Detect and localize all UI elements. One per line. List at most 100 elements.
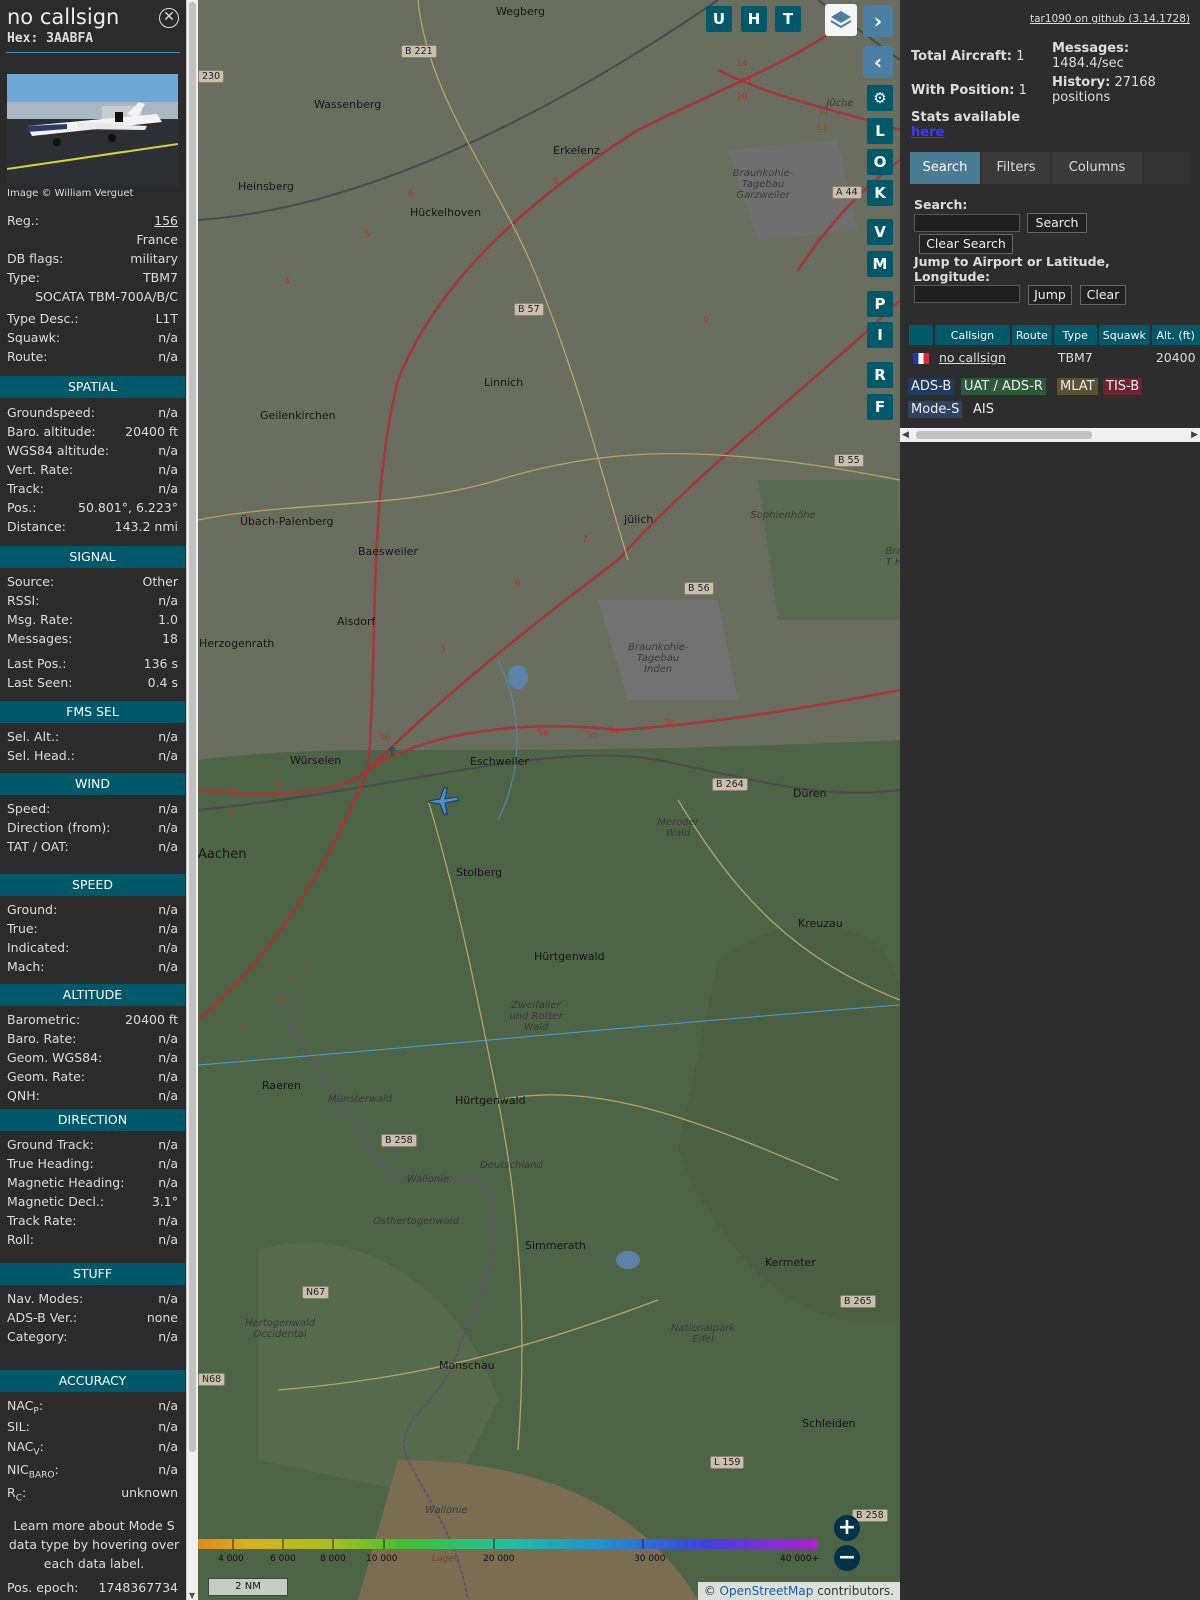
info-label[interactable]: Indicated: [7, 940, 69, 955]
info-label[interactable]: Track: [7, 481, 44, 496]
info-label[interactable]: Ground Track: [7, 1137, 94, 1152]
stats-here-link[interactable]: here [911, 125, 944, 140]
info-label[interactable]: Geom. WGS84: [7, 1050, 102, 1065]
map-button-m[interactable]: M [867, 251, 893, 277]
scale-label: 4 000 [218, 1554, 244, 1564]
info-label[interactable]: Barometric: [7, 1012, 80, 1027]
map-place-label: Erkelenz [553, 144, 600, 157]
info-label[interactable]: True Heading: [7, 1156, 94, 1171]
info-value: n/a [158, 1137, 178, 1152]
map-button-u[interactable]: U [706, 6, 732, 32]
collapse-left-icon[interactable]: ‹ [863, 46, 893, 78]
map-button-o[interactable]: O [867, 149, 893, 175]
info-label[interactable]: Track Rate: [7, 1213, 77, 1228]
aircraft-marker-icon[interactable] [426, 786, 460, 816]
info-row: SIL: n/a [7, 1419, 178, 1437]
search-button[interactable]: Search [1027, 213, 1087, 233]
map-button-r[interactable]: R [867, 362, 893, 388]
info-label[interactable]: TAT / OAT: [7, 839, 69, 854]
scale-label: 20 000 [483, 1554, 515, 1564]
info-row: Ground Track: n/a [7, 1137, 178, 1155]
info-label[interactable]: Last Seen: [7, 675, 72, 690]
info-label[interactable]: Vert. Rate: [7, 462, 73, 477]
tab-filters[interactable]: Filters [982, 152, 1050, 184]
info-label[interactable]: Speed: [7, 801, 50, 816]
table-horizontal-scrollbar[interactable]: ◀ ▶ [900, 428, 1200, 442]
layers-icon[interactable] [825, 4, 857, 36]
map-button-i[interactable]: I [867, 322, 893, 348]
jump-button[interactable]: Jump [1028, 285, 1072, 305]
column-header-squawk[interactable]: Squawk [1098, 325, 1150, 345]
info-label[interactable]: RSSI: [7, 593, 39, 608]
tab-search[interactable]: Search [910, 152, 980, 184]
road-number: 5 [364, 230, 370, 240]
info-label[interactable]: Geom. Rate: [7, 1069, 85, 1084]
info-label[interactable]: QNH: [7, 1088, 40, 1103]
column-header-altitude[interactable]: Alt. (ft) [1151, 325, 1200, 345]
registration-link[interactable]: 156 [154, 213, 178, 228]
info-label[interactable]: RC: [7, 1485, 26, 1504]
info-value: n/a [158, 1031, 178, 1046]
clear-search-button[interactable]: Clear Search [919, 234, 1013, 254]
map-button-k[interactable]: K [867, 180, 893, 206]
map-button-v[interactable]: V [867, 219, 893, 245]
map-button-t[interactable]: T [775, 6, 801, 32]
info-label[interactable]: Pos.: [7, 500, 36, 515]
info-label[interactable]: Magnetic Heading: [7, 1175, 124, 1190]
info-label[interactable]: Baro. altitude: [7, 424, 96, 439]
info-label[interactable]: Direction (from): [7, 820, 111, 835]
info-label[interactable]: Groundspeed: [7, 405, 95, 420]
info-scrollbar[interactable]: ▲ ▼ [186, 0, 198, 1600]
info-label[interactable]: Sel. Head.: [7, 748, 75, 763]
github-link[interactable]: tar1090 on github (3.14.1728) [1030, 13, 1190, 25]
map-button-p[interactable]: P [867, 291, 893, 317]
search-input[interactable] [914, 214, 1020, 232]
clear-button[interactable]: Clear [1080, 285, 1126, 305]
column-header-callsign[interactable]: Callsign [935, 325, 1010, 345]
zoom-out-button[interactable]: − [834, 1545, 860, 1571]
settings-gear-icon[interactable]: ⚙ [867, 85, 893, 111]
info-label[interactable]: SIL: [7, 1419, 30, 1434]
info-label[interactable]: ADS-B Ver.: [7, 1310, 77, 1325]
jump-input[interactable] [914, 285, 1020, 303]
road-number: 5d [227, 787, 239, 797]
road-number: 9 [703, 316, 709, 326]
table-row[interactable]: no callsign TBM7 20400 [909, 347, 1200, 367]
column-header-type[interactable]: Type [1053, 325, 1097, 345]
info-label[interactable]: NACV: [7, 1439, 44, 1458]
info-label[interactable]: Baro. Rate: [7, 1031, 76, 1046]
map-view[interactable]: Wegberg Wassenberg Erkelenz Heinsberg Hückel… [198, 0, 900, 1600]
info-label[interactable]: Magnetic Decl.: [7, 1194, 104, 1209]
info-label[interactable]: NACP: [7, 1398, 43, 1417]
info-label[interactable]: Sel. Alt.: [7, 729, 59, 744]
osm-link[interactable]: OpenStreetMap [720, 1584, 814, 1598]
map-button-h[interactable]: H [741, 6, 767, 32]
info-label[interactable]: Messages: [7, 631, 73, 646]
info-label[interactable]: Ground: [7, 902, 57, 917]
tab-columns[interactable]: Columns [1052, 152, 1142, 184]
info-label[interactable]: Mach: [7, 959, 44, 974]
map-place-label: Wassenberg [314, 98, 382, 111]
info-label[interactable]: Nav. Modes: [7, 1291, 83, 1306]
info-label[interactable]: NICBARO: [7, 1462, 59, 1481]
map-button-f[interactable]: F [867, 394, 893, 420]
column-header-route[interactable]: Route [1011, 325, 1052, 345]
info-label[interactable]: Last Pos.: [7, 656, 66, 671]
expand-right-icon[interactable]: › [863, 5, 893, 37]
zoom-in-button[interactable]: + [834, 1515, 860, 1541]
info-label[interactable]: Msg. Rate: [7, 612, 73, 627]
info-value: n/a [158, 1069, 178, 1084]
map-button-l[interactable]: L [867, 118, 893, 144]
row-callsign[interactable]: no callsign [935, 347, 1010, 367]
info-label[interactable]: WGS84 altitude: [7, 443, 109, 458]
info-label[interactable]: True: [7, 921, 38, 936]
scale-label: Lager [432, 1554, 458, 1564]
info-label[interactable]: Distance: [7, 519, 66, 534]
aircraft-photo[interactable] [7, 74, 178, 186]
close-icon[interactable]: ✕ [159, 8, 179, 28]
info-label[interactable]: Source: [7, 574, 54, 589]
total-aircraft: Total Aircraft: 1 [911, 49, 1025, 64]
info-label[interactable]: Roll: [7, 1232, 34, 1247]
info-value: n/a [158, 1156, 178, 1171]
info-label[interactable]: Category: [7, 1329, 67, 1344]
